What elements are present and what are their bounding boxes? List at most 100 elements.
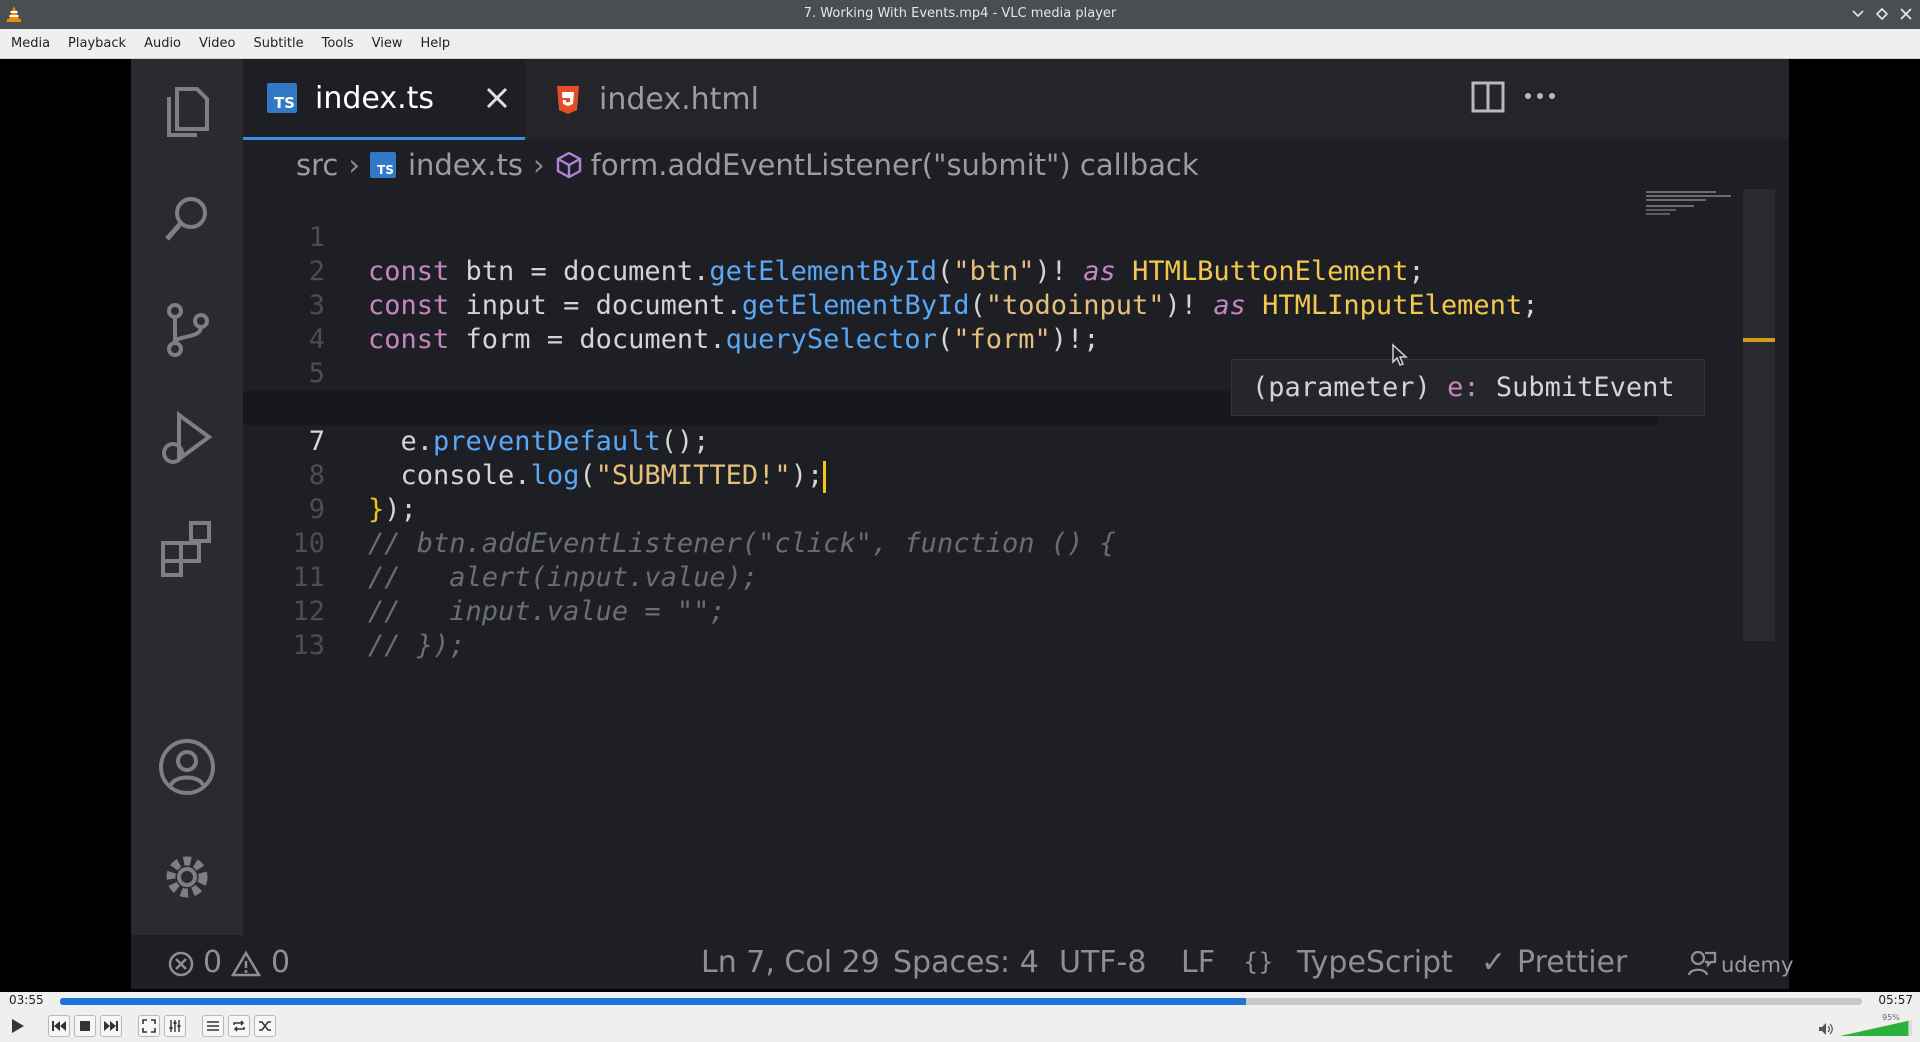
play-icon	[12, 1019, 24, 1033]
seek-slider[interactable]	[60, 998, 1862, 1005]
line-number: 13	[292, 630, 325, 661]
fullscreen-button[interactable]	[138, 1015, 160, 1037]
tab-label: index.html	[599, 82, 759, 117]
seek-progress	[60, 998, 1246, 1005]
seek-row: 03:55 05:57	[0, 992, 1920, 1010]
video-area[interactable]: TS index.ts index.html src › TS index.ts…	[0, 59, 1920, 992]
encoding[interactable]: UTF-8	[1059, 945, 1146, 980]
menu-audio[interactable]: Audio	[135, 29, 190, 59]
total-time[interactable]: 05:57	[1878, 993, 1913, 1007]
speaker-icon[interactable]	[1818, 1022, 1834, 1036]
extensions-icon	[161, 521, 211, 577]
split-editor-icon[interactable]	[1471, 81, 1505, 113]
error-icon	[168, 951, 194, 977]
activity-bar	[131, 59, 243, 989]
code-editor[interactable]: 1 const btn = document.getElementById("b…	[243, 187, 1658, 787]
close-icon[interactable]	[486, 87, 508, 109]
status-bar: 0 0 Ln 7, Col 29 Spaces: 4 UTF-8 LF {} T…	[131, 935, 1793, 989]
code-line: 13	[243, 595, 1658, 661]
mouse-pointer-icon	[1392, 343, 1408, 366]
menu-playback[interactable]: Playback	[59, 29, 135, 59]
settings-gear-icon	[166, 856, 208, 898]
editor-tabs: TS index.ts index.html	[243, 59, 1789, 140]
close-button[interactable]	[1898, 4, 1914, 24]
menu-bar: Media Playback Audio Video Subtitle Tool…	[0, 29, 1920, 59]
warning-count[interactable]: 0	[271, 945, 290, 980]
video-frame-vscode: TS index.ts index.html src › TS index.ts…	[131, 59, 1793, 989]
formatter[interactable]: Prettier	[1517, 945, 1627, 980]
breadcrumb-file[interactable]: index.ts	[408, 148, 523, 182]
chevron-right-icon: ›	[348, 148, 360, 182]
loop-icon	[233, 1020, 245, 1032]
search-icon	[165, 197, 207, 241]
watermark: udemy	[1721, 953, 1794, 977]
tab-index-html[interactable]: index.html	[525, 59, 765, 140]
sliders-icon	[169, 1020, 181, 1032]
play-button[interactable]	[6, 1015, 28, 1037]
shuffle-button[interactable]	[254, 1015, 276, 1037]
warning-icon	[231, 950, 261, 977]
vertical-scrollbar[interactable]	[1743, 189, 1775, 641]
typescript-icon: TS	[267, 83, 297, 113]
volume-level	[1840, 1020, 1912, 1036]
code-line: 10 // alert(input.value);	[243, 493, 1658, 593]
extended-settings-button[interactable]	[164, 1015, 186, 1037]
html5-icon	[557, 85, 579, 114]
code-line: 8 });	[243, 425, 1658, 525]
previous-button[interactable]	[48, 1015, 70, 1037]
tooltip-type: SubmitEvent	[1495, 372, 1675, 403]
method-cube-icon	[556, 151, 581, 179]
check-icon: ✓	[1481, 945, 1507, 980]
indentation[interactable]: Spaces: 4	[893, 945, 1039, 980]
tab-label: index.ts	[315, 80, 435, 116]
title-bar: 7. Working With Events.mp4 - VLC media p…	[0, 0, 1920, 29]
minimize-button[interactable]	[1850, 4, 1866, 24]
skip-forward-icon	[104, 1021, 118, 1031]
cursor-position[interactable]: Ln 7, Col 29	[701, 945, 880, 980]
error-count[interactable]: 0	[203, 945, 222, 980]
source-control-icon	[167, 303, 209, 357]
volume-percent: 95%	[1882, 1013, 1900, 1022]
code-line: 11 // input.value = "";	[243, 527, 1658, 627]
shuffle-icon	[259, 1021, 271, 1031]
maximize-button[interactable]	[1874, 4, 1890, 24]
code-line: 5 form.addEventListener("submit", functi…	[243, 323, 1658, 423]
code-line: 12 // });	[243, 561, 1658, 661]
loop-button[interactable]	[228, 1015, 250, 1037]
menu-help[interactable]: Help	[412, 29, 460, 59]
language-mode[interactable]: TypeScript	[1297, 945, 1453, 980]
braces-icon: {}	[1243, 948, 1274, 976]
tooltip-prefix: (parameter)	[1252, 372, 1431, 403]
stop-button[interactable]	[74, 1015, 96, 1037]
menu-media[interactable]: Media	[2, 29, 59, 59]
code-line: 9 // btn.addEventListener("click", funct…	[243, 459, 1658, 559]
menu-tools[interactable]: Tools	[313, 29, 363, 59]
code-line: 4	[243, 289, 1658, 355]
end-of-line[interactable]: LF	[1181, 945, 1215, 980]
files-icon	[167, 87, 209, 137]
playlist-button[interactable]	[202, 1015, 224, 1037]
scrollbar-marker	[1743, 338, 1775, 342]
typescript-icon: TS	[369, 152, 396, 178]
run-debug-icon	[162, 411, 213, 464]
window-title: 7. Working With Events.mp4 - VLC media p…	[803, 6, 1117, 21]
more-actions-icon[interactable]	[1523, 91, 1557, 101]
account-icon	[159, 739, 215, 795]
menu-subtitle[interactable]: Subtitle	[244, 29, 312, 59]
hover-tooltip: (parameter) e: SubmitEvent	[1231, 359, 1705, 416]
skip-back-icon	[52, 1021, 66, 1031]
menu-view[interactable]: View	[363, 29, 412, 59]
next-button[interactable]	[100, 1015, 122, 1037]
volume-slider[interactable]: 95%	[1840, 1013, 1912, 1038]
tooltip-name: e:	[1447, 372, 1480, 403]
feedback-icon[interactable]	[1687, 949, 1717, 977]
code-comment: // });	[368, 630, 466, 661]
code-line: 2 const input = document.getElementById(…	[243, 221, 1658, 321]
playback-controls: 95%	[0, 1010, 1920, 1042]
tab-index-ts[interactable]: TS index.ts	[243, 59, 525, 140]
breadcrumb-symbol[interactable]: form.addEventListener("submit") callback	[591, 148, 1199, 182]
code-line: 3 const form = document.querySelector("f…	[243, 255, 1658, 355]
minimap[interactable]	[1646, 189, 1756, 229]
menu-video[interactable]: Video	[190, 29, 244, 59]
breadcrumb-folder[interactable]: src	[296, 148, 338, 182]
